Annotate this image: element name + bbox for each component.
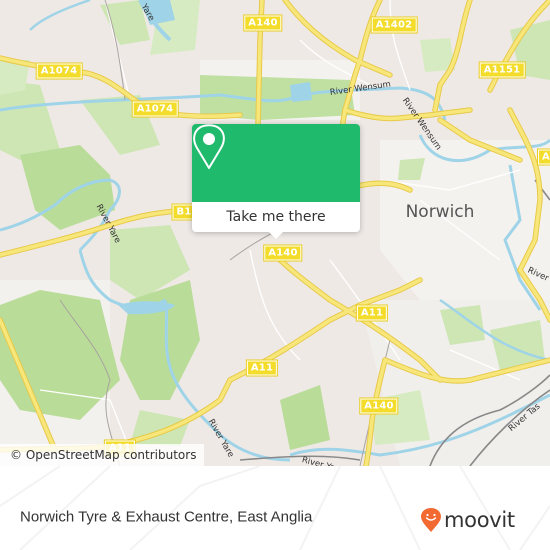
location-pin-icon [193, 124, 225, 169]
road-label-a1402: A1402 [371, 17, 417, 33]
road-label-a1151: A1151 [479, 62, 525, 78]
road-label-a: A [538, 149, 550, 165]
popup-pointer [269, 232, 283, 239]
moovit-smile-pin-icon [421, 508, 441, 532]
road-label-a11: A11 [246, 360, 278, 376]
road-label-a1074: A1074 [36, 63, 82, 79]
road-label-a140: A140 [264, 245, 302, 261]
map-attribution[interactable]: © OpenStreetMap contributors [0, 444, 205, 466]
take-me-there-button[interactable]: Take me there [192, 202, 360, 232]
moovit-wordmark: moovit [444, 508, 515, 532]
map[interactable]: Norwich A1074 A1074 A140 A1402 A1151 B1 … [0, 0, 550, 466]
road-label-a140: A140 [360, 398, 398, 414]
road-label-a140: A140 [244, 15, 282, 31]
road-label-a1074: A1074 [132, 101, 178, 117]
road-label-a11: A11 [356, 305, 388, 321]
popup-header [192, 124, 360, 202]
location-popup: Take me there [192, 124, 360, 239]
moovit-logo[interactable]: moovit [420, 507, 515, 533]
place-label-norwich: Norwich [405, 202, 475, 222]
place-title: Norwich Tyre & Exhaust Centre, East Angl… [20, 508, 313, 526]
